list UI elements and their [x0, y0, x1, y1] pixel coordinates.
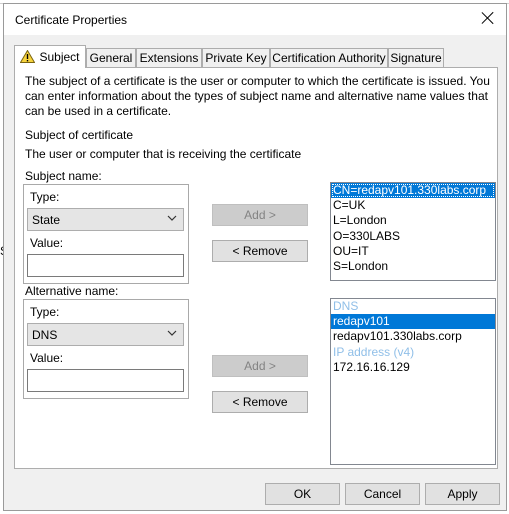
tab-signature[interactable]: Signature [388, 48, 444, 67]
tab-private-key-label: Private Key [205, 51, 267, 65]
alternative-name-list[interactable]: DNS redapv101 redapv101.330labs.corp IP … [330, 298, 496, 465]
alternative-type-label: Type: [30, 305, 60, 319]
tab-subject[interactable]: Subject [14, 45, 86, 68]
list-item[interactable]: CN=redapv101.330labs.corp [331, 183, 495, 199]
alternative-type-value: DNS [32, 328, 58, 342]
tab-extensions[interactable]: Extensions [136, 48, 202, 67]
list-group-header: IP address (v4) [333, 344, 415, 359]
list-item[interactable]: C=UK [331, 198, 495, 213]
subject-heading: Subject of certificate [25, 128, 134, 142]
list-item[interactable]: L=London [331, 213, 495, 228]
subject-add-button[interactable]: Add > [212, 204, 308, 226]
subject-remove-button[interactable]: < Remove [212, 240, 308, 262]
list-item[interactable]: redapv101.330labs.corp [331, 329, 495, 344]
alternative-name-group-label: Alternative name: [25, 284, 119, 298]
alternative-type-select[interactable]: DNS [27, 323, 184, 346]
subject-type-label: Type: [30, 190, 60, 204]
subject-type-value: State [32, 213, 61, 227]
tab-general-label: General [89, 51, 133, 65]
subject-name-group: Type: State Value: [23, 184, 189, 284]
alternative-add-button[interactable]: Add > [212, 355, 308, 377]
ok-button[interactable]: OK [265, 483, 340, 505]
certificate-properties-dialog: Certificate Properties Subject General E… [3, 3, 507, 511]
chevron-down-icon [167, 215, 177, 221]
subject-name-list[interactable]: CN=redapv101.330labs.corp C=UK L=London … [330, 182, 496, 281]
subject-tab-panel: The subject of a certificate is the user… [14, 67, 498, 469]
tab-certification-authority[interactable]: Certification Authority [270, 48, 388, 67]
alternative-remove-button[interactable]: < Remove [212, 391, 308, 413]
list-item[interactable]: 172.16.16.129 [331, 360, 495, 375]
subject-subheading: The user or computer that is receiving t… [25, 147, 302, 161]
alternative-value-label: Value: [30, 351, 64, 365]
tab-private-key[interactable]: Private Key [202, 48, 270, 67]
close-icon[interactable] [480, 10, 496, 26]
chevron-down-icon [167, 330, 177, 336]
subject-type-select[interactable]: State [27, 208, 184, 231]
tab-general[interactable]: General [86, 48, 136, 67]
tab-subject-label: Subject [39, 50, 80, 64]
window-title: Certificate Properties [15, 13, 128, 27]
subject-value-label: Value: [30, 236, 64, 250]
list-item[interactable]: S=London [331, 259, 495, 274]
tab-certification-authority-label: Certification Authority [272, 51, 386, 65]
alternative-name-group: Type: DNS Value: [23, 299, 189, 399]
cancel-button[interactable]: Cancel [345, 483, 420, 505]
subject-value-input[interactable] [27, 254, 184, 277]
subject-description: The subject of a certificate is the user… [25, 74, 490, 118]
warning-icon [20, 50, 36, 63]
list-item[interactable]: redapv101 [331, 314, 495, 330]
list-item[interactable]: O=330LABS [331, 229, 495, 244]
apply-button[interactable]: Apply [425, 483, 500, 505]
alternative-value-input[interactable] [27, 369, 184, 392]
list-group-header: DNS [333, 299, 359, 313]
tab-extensions-label: Extensions [139, 51, 199, 65]
list-item[interactable]: OU=IT [331, 244, 495, 259]
tab-signature-label: Signature [390, 51, 442, 65]
subject-name-group-label: Subject name: [25, 169, 102, 183]
title-bar: Certificate Properties [4, 4, 506, 35]
